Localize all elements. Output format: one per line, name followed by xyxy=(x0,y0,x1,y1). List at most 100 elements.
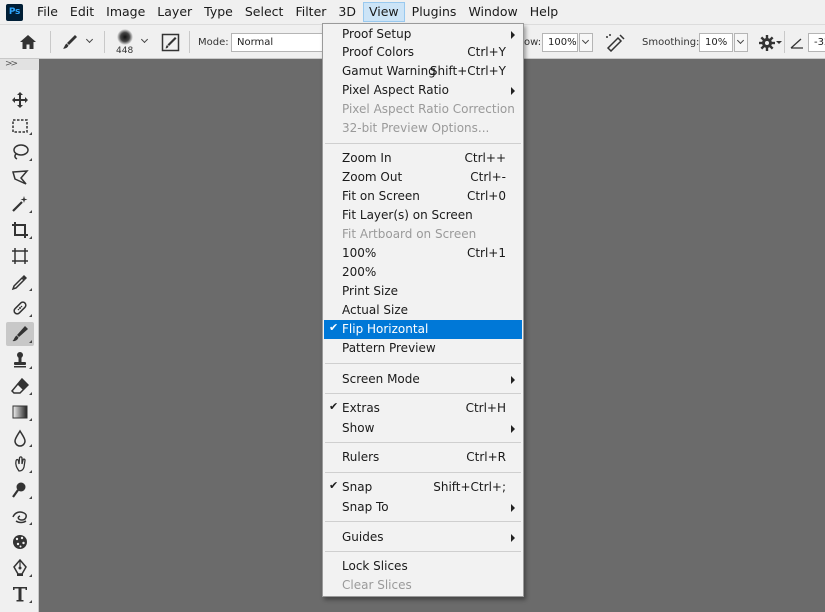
magic-wand-tool-icon[interactable] xyxy=(6,192,34,216)
menu-item-label: Gamut Warning xyxy=(342,64,436,78)
menu-item-fit-on-screen[interactable]: Fit on Screen Ctrl+0 xyxy=(324,187,522,206)
menu-item-proof-setup[interactable]: Proof Setup xyxy=(324,25,522,44)
flow-dropdown[interactable] xyxy=(579,33,593,52)
menu-item-label: Fit on Screen xyxy=(342,189,420,203)
menu-item-200-percent[interactable]: 200% xyxy=(324,263,522,282)
clone-stamp-tool-icon[interactable] xyxy=(6,348,34,372)
menu-item-show[interactable]: Show xyxy=(324,419,522,438)
pen-tool-icon[interactable] xyxy=(6,556,34,580)
menu-item-shortcut: Ctrl+- xyxy=(470,170,506,184)
menu-select[interactable]: Select xyxy=(240,2,289,22)
polygonal-lasso-tool-icon[interactable] xyxy=(6,166,34,190)
airbrush-icon[interactable] xyxy=(604,33,626,53)
menu-item-print-size[interactable]: Print Size xyxy=(324,282,522,301)
frame-tool-icon[interactable] xyxy=(6,244,34,268)
menu-file[interactable]: File xyxy=(32,2,63,22)
menu-item-zoom-in[interactable]: Zoom In Ctrl++ xyxy=(324,149,522,168)
smoothing-dropdown[interactable] xyxy=(734,33,748,52)
sponge-tool-icon[interactable] xyxy=(6,504,34,528)
view-menu-dropdown: Proof Setup Proof Colors Ctrl+Y Gamut War… xyxy=(322,23,524,597)
menu-item-label: Extras xyxy=(342,401,380,415)
menu-image[interactable]: Image xyxy=(101,2,150,22)
menu-help[interactable]: Help xyxy=(525,2,564,22)
blur-tool-icon[interactable] xyxy=(6,426,34,450)
menu-item-proof-colors[interactable]: Proof Colors Ctrl+Y xyxy=(324,43,522,62)
menu-item-snap[interactable]: ✔ Snap Shift+Ctrl+; xyxy=(324,478,522,497)
menu-item-label: Fit Layer(s) on Screen xyxy=(342,208,473,222)
menu-layer[interactable]: Layer xyxy=(152,2,197,22)
mode-label: Mode: xyxy=(198,37,229,48)
tools-panel: >> xyxy=(0,59,39,612)
menu-separator xyxy=(325,551,521,552)
menu-item-label: 200% xyxy=(342,265,377,279)
menu-item-100-percent[interactable]: 100% Ctrl+1 xyxy=(324,244,522,263)
menu-item-lock-slices[interactable]: Lock Slices xyxy=(324,557,522,576)
flow-input[interactable]: 100% xyxy=(542,33,578,52)
menu-item-snap-to[interactable]: Snap To xyxy=(324,498,522,517)
smoothing-input[interactable]: 10% xyxy=(699,33,733,52)
menu-separator xyxy=(325,363,521,364)
gradient-tool-icon[interactable] xyxy=(6,400,34,424)
collapse-double-chevron-icon[interactable]: >> xyxy=(5,59,18,69)
menu-item-guides[interactable]: Guides xyxy=(324,528,522,547)
menu-item-fit-layers-on-screen[interactable]: Fit Layer(s) on Screen xyxy=(324,206,522,225)
menu-separator xyxy=(325,521,521,522)
menu-item-label: Actual Size xyxy=(342,303,409,317)
menu-item-label: Zoom Out xyxy=(342,170,403,184)
lasso-tool-icon[interactable] xyxy=(6,140,34,164)
sponge-tool-alt-icon[interactable] xyxy=(6,530,34,554)
mode-select[interactable]: Normal xyxy=(231,33,323,52)
menu-item-zoom-out[interactable]: Zoom Out Ctrl+- xyxy=(324,168,522,187)
menu-plugins[interactable]: Plugins xyxy=(407,2,462,22)
menu-item-label: Proof Colors xyxy=(342,45,414,59)
move-tool-icon[interactable] xyxy=(6,88,34,112)
menu-item-shortcut: Shift+Ctrl+Y xyxy=(429,64,506,78)
menu-filter[interactable]: Filter xyxy=(290,2,331,22)
menu-item-fit-artboard-on-screen: Fit Artboard on Screen xyxy=(324,225,522,244)
gear-icon[interactable] xyxy=(758,34,776,52)
submenu-arrow-icon xyxy=(511,425,515,433)
menu-item-flip-horizontal[interactable]: ✔ Flip Horizontal xyxy=(324,320,522,339)
marquee-tool-icon[interactable] xyxy=(6,114,34,138)
menu-item-label: Fit Artboard on Screen xyxy=(342,227,477,241)
submenu-arrow-icon xyxy=(511,504,515,512)
menu-item-rulers[interactable]: Rulers Ctrl+R xyxy=(324,448,522,467)
brush-preset-icon[interactable] xyxy=(60,33,80,51)
smudge-tool-icon[interactable] xyxy=(6,452,34,476)
eyedropper-tool-icon[interactable] xyxy=(6,270,34,294)
menu-window[interactable]: Window xyxy=(463,2,522,22)
menu-item-label: 100% xyxy=(342,246,377,260)
brush-settings-icon[interactable] xyxy=(161,33,181,52)
menu-edit[interactable]: Edit xyxy=(65,2,99,22)
settings-dropdown-icon[interactable] xyxy=(776,41,782,45)
dodge-tool-icon[interactable] xyxy=(6,478,34,502)
menu-item-extras[interactable]: ✔ Extras Ctrl+H xyxy=(324,399,522,418)
menu-item-shortcut: Ctrl+H xyxy=(465,401,506,415)
menu-item-screen-mode[interactable]: Screen Mode xyxy=(324,370,522,389)
menu-view[interactable]: View xyxy=(362,2,405,22)
brush-preset-dropdown-icon[interactable] xyxy=(85,35,95,47)
menu-type[interactable]: Type xyxy=(199,2,238,22)
menu-3d[interactable]: 3D xyxy=(333,2,361,22)
crop-tool-icon[interactable] xyxy=(6,218,34,242)
menu-item-label: Flip Horizontal xyxy=(342,322,429,336)
menu-item-shortcut: Ctrl++ xyxy=(464,151,506,165)
submenu-arrow-icon xyxy=(511,87,515,95)
brush-tip-dropdown-icon[interactable] xyxy=(140,35,150,47)
brush-tool-icon[interactable] xyxy=(6,322,34,346)
type-tool-icon[interactable] xyxy=(6,582,34,606)
brush-tip-preview-icon[interactable] xyxy=(114,28,136,46)
home-icon[interactable] xyxy=(18,33,38,51)
menu-item-pixel-aspect-ratio[interactable]: Pixel Aspect Ratio xyxy=(324,81,522,100)
menu-item-pattern-preview[interactable]: Pattern Preview xyxy=(324,339,522,358)
menu-item-gamut-warning[interactable]: Gamut Warning Shift+Ctrl+Y xyxy=(324,62,522,81)
healing-brush-tool-icon[interactable] xyxy=(6,296,34,320)
submenu-arrow-icon xyxy=(511,31,515,39)
photoshop-logo-icon[interactable]: Ps xyxy=(6,3,23,21)
tools-panel-header: >> xyxy=(0,59,39,70)
checkmark-icon: ✔ xyxy=(329,479,339,492)
angle-input[interactable]: -32 xyxy=(808,33,825,52)
eraser-tool-icon[interactable] xyxy=(6,374,34,398)
menu-item-label: Pixel Aspect Ratio Correction xyxy=(342,102,515,116)
menu-item-actual-size[interactable]: Actual Size xyxy=(324,301,522,320)
